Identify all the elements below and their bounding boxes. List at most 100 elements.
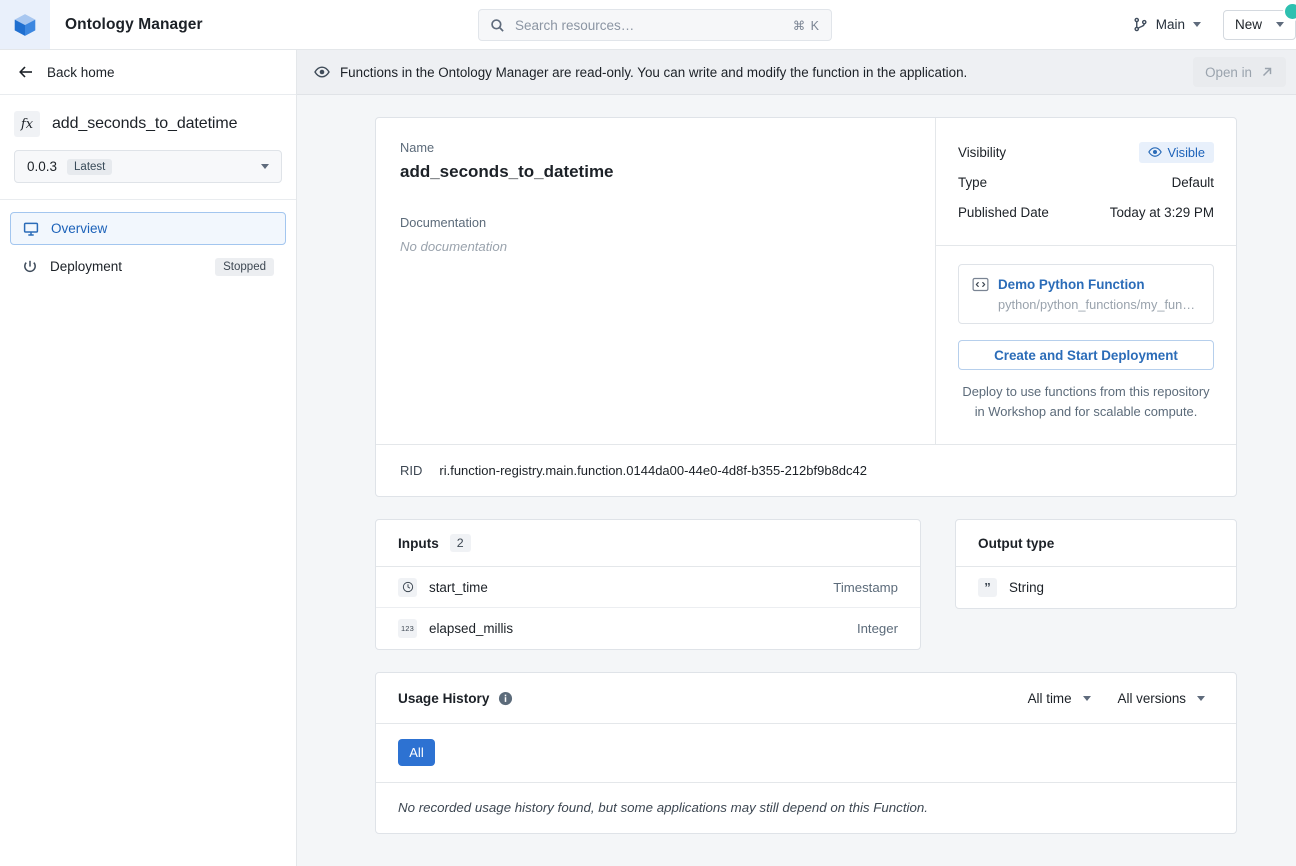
visibility-label: Visibility xyxy=(958,144,1007,160)
deployment-status-badge: Stopped xyxy=(215,257,274,276)
repository-name: Demo Python Function xyxy=(998,277,1145,292)
sidebar-nav: Overview Deployment Stopped xyxy=(0,200,296,288)
sidebar: Back home fx add_seconds_to_datetime 0.0… xyxy=(0,50,297,866)
input-row-start-time: start_time Timestamp xyxy=(376,567,920,608)
app-title: Ontology Manager xyxy=(65,15,203,33)
input-row-elapsed-millis: 123 elapsed_millis Integer xyxy=(376,608,920,649)
rid-label: RID xyxy=(400,463,423,478)
clock-icon xyxy=(398,577,417,597)
function-header: fx add_seconds_to_datetime 0.0.3 Latest xyxy=(0,95,296,200)
output-row-string: ” String xyxy=(956,567,1236,608)
usage-history-empty-text: No recorded usage history found, but som… xyxy=(398,800,928,815)
usage-filter-all-button[interactable]: All xyxy=(398,739,435,766)
inputs-card: Inputs 2 start_time Timestamp 123 elapse… xyxy=(375,519,921,650)
input-type: Integer xyxy=(856,621,898,636)
chevron-down-icon xyxy=(1082,695,1091,701)
usage-history-title: Usage History xyxy=(398,690,490,706)
branch-label: Main xyxy=(1155,17,1185,32)
search-input[interactable]: Search resources… ⌘ K xyxy=(478,9,832,41)
avatar[interactable] xyxy=(1283,2,1296,21)
meta-list: Visibility Visible Type Default Publishe… xyxy=(936,118,1236,246)
output-type-card: Output type ” String xyxy=(955,519,1237,609)
function-details-panel: Name add_seconds_to_datetime Documentati… xyxy=(376,118,936,444)
search-icon xyxy=(491,18,504,32)
documentation-label: Documentation xyxy=(400,215,487,230)
create-and-start-deployment-button[interactable]: Create and Start Deployment xyxy=(958,340,1214,370)
readonly-notice-text: Functions in the Ontology Manager are re… xyxy=(340,64,968,80)
output-type-value: String xyxy=(1009,580,1044,595)
search-shortcut: ⌘ K xyxy=(792,18,820,33)
body: Back home fx add_seconds_to_datetime 0.0… xyxy=(0,50,1296,866)
chevron-down-icon xyxy=(1197,695,1205,701)
version-latest-tag: Latest xyxy=(67,158,113,175)
overview-content: Name add_seconds_to_datetime Documentati… xyxy=(375,117,1237,834)
app-logo-button[interactable] xyxy=(0,0,50,49)
rid-row[interactable]: RID ri.function-registry.main.function.0… xyxy=(376,444,1236,496)
arrow-left-icon xyxy=(19,66,32,78)
io-section: Inputs 2 start_time Timestamp 123 elapse… xyxy=(375,519,1237,650)
sidebar-item-deployment-label: Deployment xyxy=(50,259,123,274)
function-meta-panel: Visibility Visible Type Default Publishe… xyxy=(936,118,1236,444)
open-in-label: Open in xyxy=(1205,64,1252,80)
version-filter-label: All versions xyxy=(1117,690,1186,706)
external-link-icon xyxy=(1262,67,1272,77)
top-bar: Ontology Manager Search resources… ⌘ K M… xyxy=(0,0,1296,50)
usage-filter-row: All xyxy=(376,724,1236,783)
chevron-down-icon xyxy=(1192,22,1201,27)
visibility-badge[interactable]: Visible xyxy=(1138,141,1214,163)
top-bar-right: Main New xyxy=(1125,0,1296,49)
code-repo-icon xyxy=(972,277,989,292)
time-filter-dropdown[interactable]: All time xyxy=(1019,687,1100,710)
sidebar-item-overview[interactable]: Overview xyxy=(10,212,286,245)
fx-icon: fx xyxy=(14,111,40,137)
info-icon[interactable] xyxy=(498,691,513,706)
usage-history-header: Usage History All time All versions xyxy=(376,673,1236,724)
usage-history-card: Usage History All time All versions All … xyxy=(375,672,1237,834)
version-filter-dropdown[interactable]: All versions xyxy=(1109,687,1214,710)
open-in-button[interactable]: Open in xyxy=(1193,57,1286,87)
create-and-start-deployment-label: Create and Start Deployment xyxy=(994,347,1178,363)
meta-row-published-date: Published Date Today at 3:29 PM xyxy=(958,197,1214,227)
type-value: Default xyxy=(1171,174,1214,190)
documentation-value: No documentation xyxy=(400,239,508,254)
overview-scroll-area: Name add_seconds_to_datetime Documentati… xyxy=(297,95,1296,866)
back-home-label: Back home xyxy=(47,64,115,80)
deploy-hint-line2: in Workshop and for scalable compute. xyxy=(974,404,1198,419)
inputs-card-header: Inputs 2 xyxy=(376,520,920,567)
main-content: Functions in the Ontology Manager are re… xyxy=(297,50,1296,866)
chevron-down-icon xyxy=(261,164,269,169)
type-label: Type xyxy=(958,174,988,190)
cube-logo-icon xyxy=(14,13,36,36)
inputs-count: 2 xyxy=(449,534,471,552)
repository-path: python/python_functions/my_fun… xyxy=(998,297,1196,312)
deploy-hint: Deploy to use functions from this reposi… xyxy=(958,382,1214,422)
function-summary-card: Name add_seconds_to_datetime Documentati… xyxy=(375,117,1237,497)
chevron-down-icon xyxy=(1276,22,1284,27)
number-123-icon: 123 xyxy=(398,619,417,638)
ontology-manager-window: Ontology Manager Search resources… ⌘ K M… xyxy=(0,0,1296,866)
output-card-header: Output type xyxy=(956,520,1236,567)
inputs-title: Inputs xyxy=(398,535,439,551)
back-home-button[interactable]: Back home xyxy=(0,50,296,95)
quote-icon: ” xyxy=(978,578,997,597)
repository-link[interactable]: Demo Python Function python/python_funct… xyxy=(958,264,1214,324)
published-date-value: Today at 3:29 PM xyxy=(1109,204,1214,220)
readonly-notice-banner: Functions in the Ontology Manager are re… xyxy=(297,50,1296,95)
meta-row-visibility: Visibility Visible xyxy=(958,137,1214,167)
visibility-value: Visible xyxy=(1167,144,1205,160)
eye-icon xyxy=(314,66,330,78)
output-title: Output type xyxy=(978,535,1055,551)
time-filter-label: All time xyxy=(1027,690,1072,706)
search-placeholder: Search resources… xyxy=(515,17,635,33)
name-value: add_seconds_to_datetime xyxy=(400,162,614,181)
power-icon xyxy=(24,260,36,272)
new-button-label: New xyxy=(1234,17,1262,32)
name-label: Name xyxy=(400,140,435,155)
branch-selector[interactable]: Main xyxy=(1125,12,1209,37)
deployment-panel: Demo Python Function python/python_funct… xyxy=(936,246,1236,444)
input-name: start_time xyxy=(429,579,488,595)
sidebar-item-deployment[interactable]: Deployment Stopped xyxy=(10,250,286,283)
function-name: add_seconds_to_datetime xyxy=(52,115,238,132)
rid-value: ri.function-registry.main.function.0144d… xyxy=(439,463,867,478)
version-select[interactable]: 0.0.3 Latest xyxy=(14,150,282,183)
